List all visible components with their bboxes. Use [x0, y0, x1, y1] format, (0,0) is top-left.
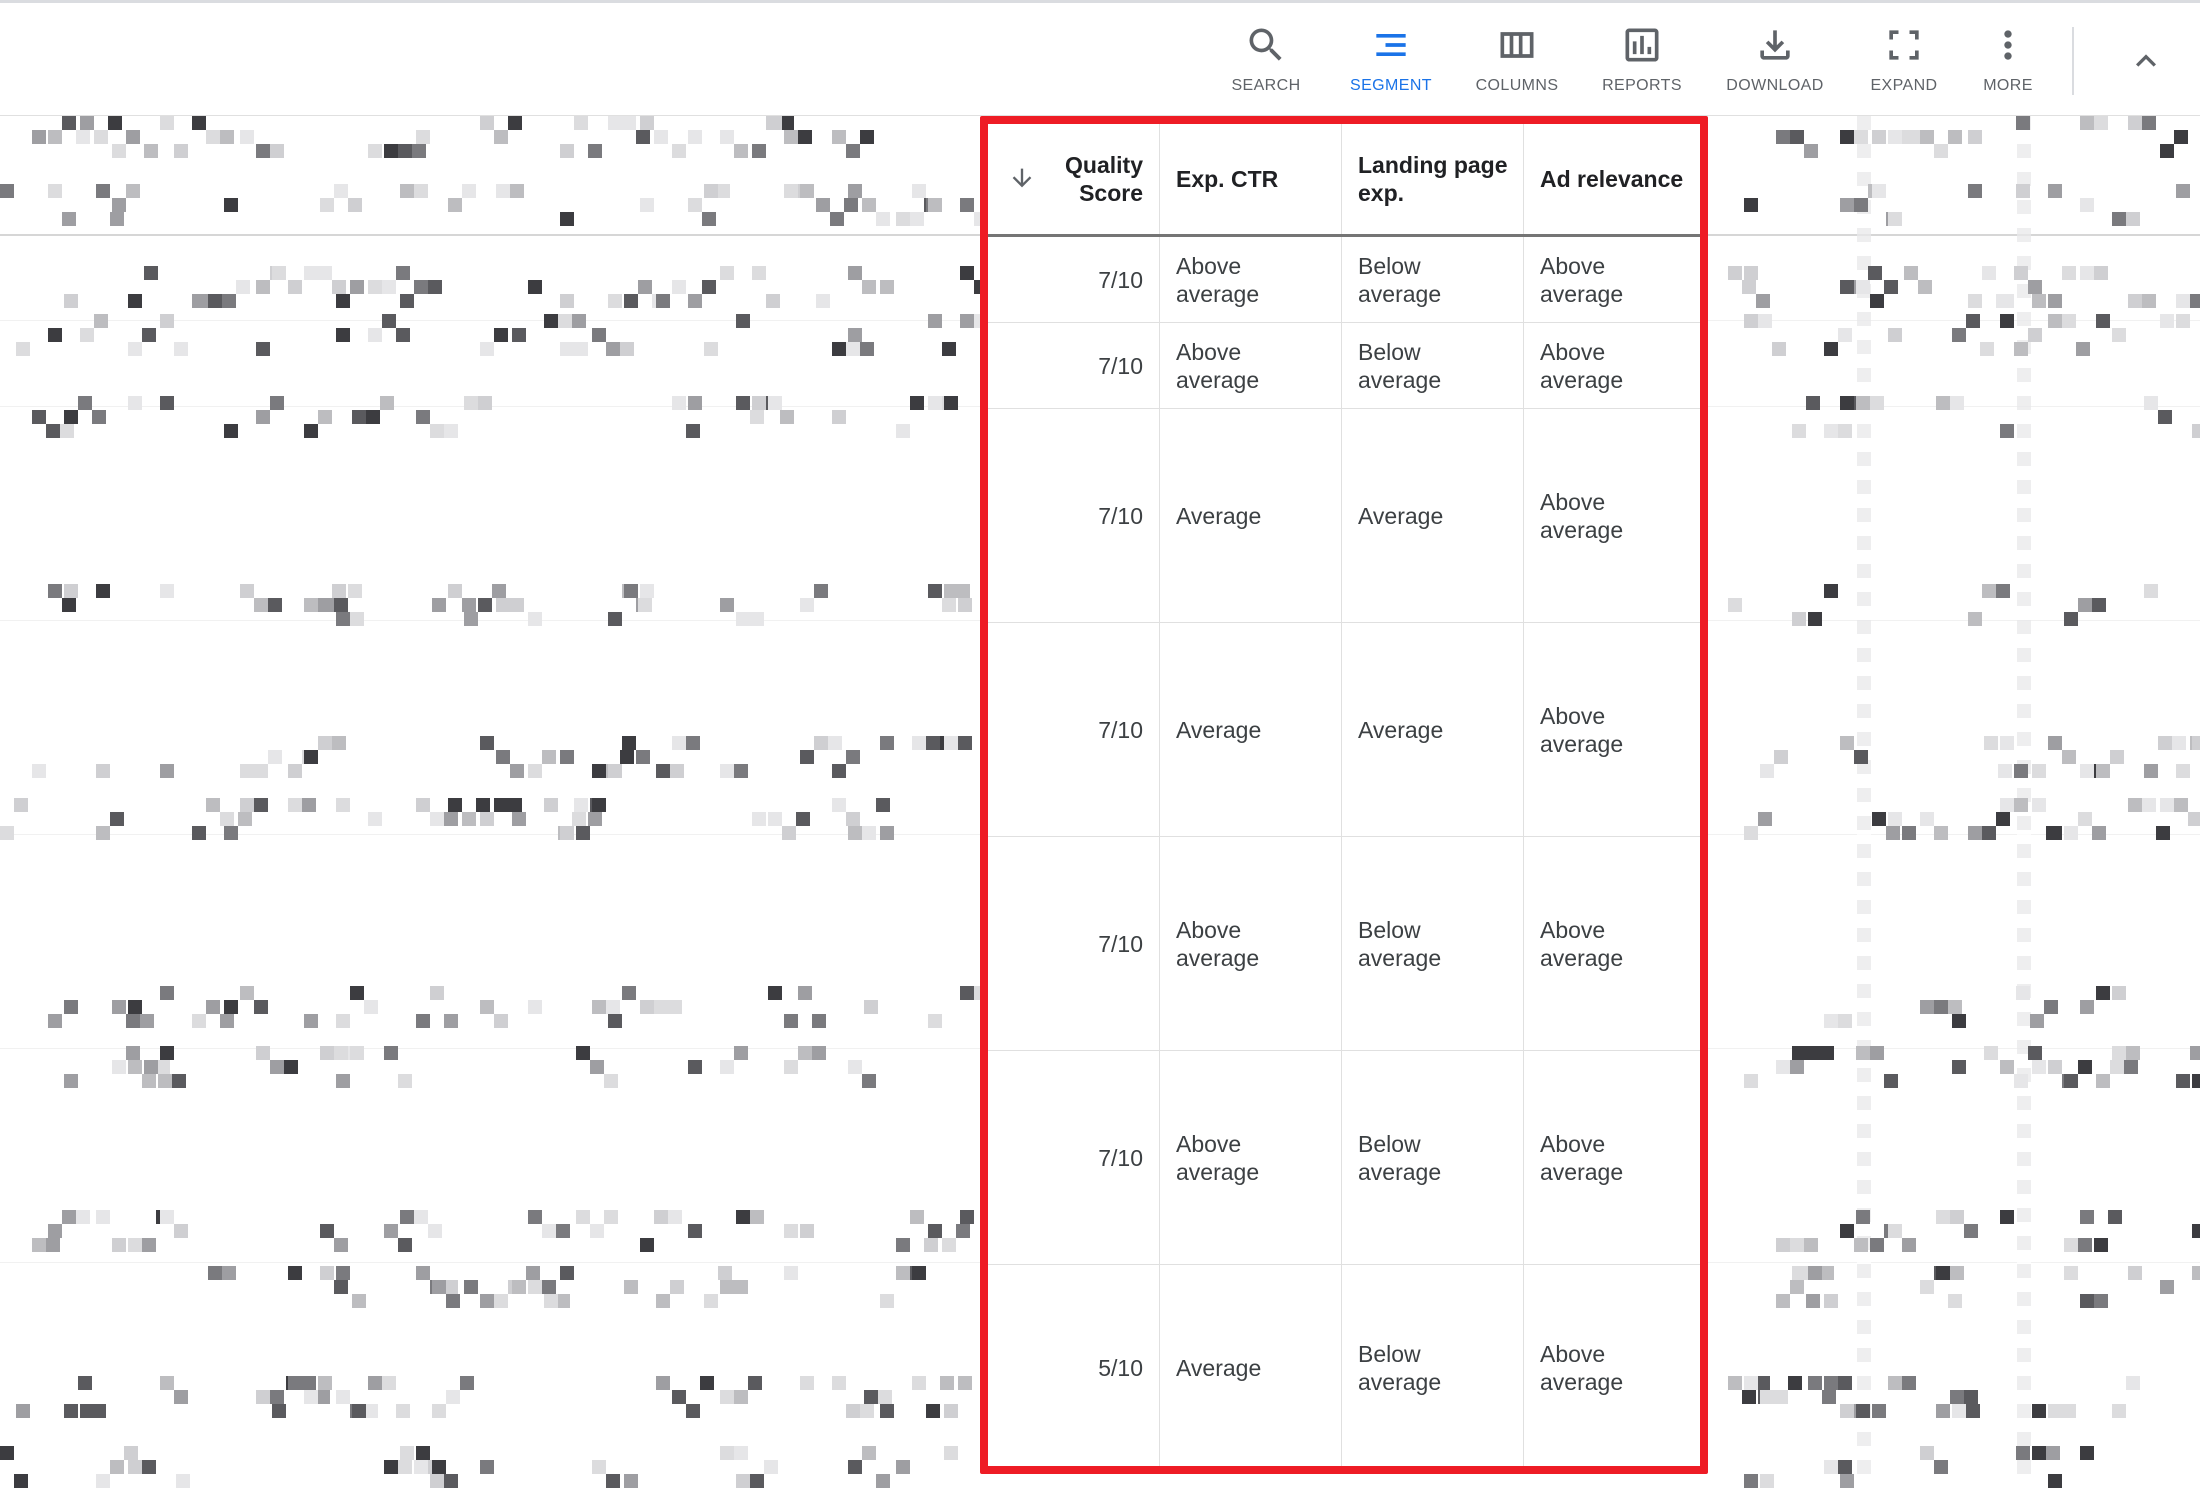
- exp-ctr-cell: Above average: [1160, 1051, 1342, 1264]
- columns-icon: [1500, 32, 1534, 58]
- landing-page-cell-text: Below average: [1358, 252, 1442, 307]
- ad-relevance-cell-text: Above average: [1540, 252, 1624, 307]
- exp-ctr-cell: Above average: [1160, 323, 1342, 408]
- quality-score-header-label: Quality Score: [1065, 152, 1143, 206]
- quality-score-cell-text: 7/10: [1098, 716, 1143, 743]
- toolbar-divider: [2072, 27, 2074, 95]
- landing-page-cell-text: Average: [1358, 716, 1444, 743]
- exp-ctr-cell-text: Average: [1176, 716, 1262, 743]
- quality-score-cell: 7/10: [988, 237, 1160, 322]
- landing-page-cell: Below average: [1342, 837, 1524, 1050]
- quality-score-cell-text: 7/10: [1098, 930, 1143, 957]
- more-vert-icon: [2004, 30, 2012, 60]
- exp-ctr-cell-text: Above average: [1176, 916, 1260, 971]
- chevron-up-icon: [2136, 54, 2156, 67]
- landing-page-cell: Below average: [1342, 1265, 1524, 1470]
- quality-score-cell: 7/10: [988, 323, 1160, 408]
- more-label: MORE: [1983, 77, 2033, 94]
- download-button[interactable]: DOWNLOAD: [1710, 23, 1840, 105]
- ad-relevance-cell-text: Above average: [1540, 916, 1624, 971]
- column-header-quality-score[interactable]: Quality Score: [988, 124, 1160, 234]
- quality-score-cell: 5/10: [988, 1265, 1160, 1470]
- reports-label: REPORTS: [1602, 77, 1682, 94]
- landing-page-cell: Below average: [1342, 237, 1524, 322]
- search-label: SEARCH: [1231, 77, 1301, 94]
- landing-page-header-label: Landing page exp.: [1358, 152, 1508, 206]
- quality-score-cell: 7/10: [988, 837, 1160, 1050]
- table-row[interactable]: 7/10 Above average Below average Above aver…: [988, 237, 1706, 323]
- ad-relevance-cell: Above average: [1524, 409, 1706, 622]
- segment-label: SEGMENT: [1350, 77, 1432, 94]
- exp-ctr-cell-text: Average: [1176, 502, 1262, 529]
- ad-relevance-cell-text: Above average: [1540, 488, 1624, 543]
- exp-ctr-cell: Average: [1160, 1265, 1342, 1470]
- table-header: Quality Score Exp. CTR Landing page exp.…: [988, 124, 1706, 237]
- segment-icon: [1376, 34, 1406, 56]
- exp-ctr-cell: Average: [1160, 623, 1342, 836]
- landing-page-cell-text: Below average: [1358, 1130, 1442, 1185]
- table-toolbar: SEARCH SEGMENT COLUMNS REPORTS DOWNLOAD …: [0, 3, 2200, 116]
- column-header-ad-relevance[interactable]: Ad relevance: [1524, 124, 1706, 234]
- exp-ctr-cell-text: Average: [1176, 1354, 1262, 1381]
- quality-score-cell: 7/10: [988, 409, 1160, 622]
- arrow-downward-icon[interactable]: [1008, 164, 1036, 192]
- landing-page-cell-text: Below average: [1358, 1340, 1442, 1395]
- more-button[interactable]: MORE: [1943, 23, 2073, 105]
- landing-page-cell: Average: [1342, 409, 1524, 622]
- exp-ctr-cell: Above average: [1160, 237, 1342, 322]
- ad-relevance-cell-text: Above average: [1540, 1340, 1624, 1395]
- ad-relevance-cell-text: Above average: [1540, 702, 1624, 757]
- ad-relevance-cell-text: Above average: [1540, 338, 1624, 393]
- table-row[interactable]: 7/10 Average Average Above average: [988, 623, 1706, 837]
- landing-page-cell-text: Below average: [1358, 916, 1442, 971]
- landing-page-cell-text: Average: [1358, 502, 1444, 529]
- ad-relevance-cell: Above average: [1524, 623, 1706, 836]
- landing-page-cell-text: Below average: [1358, 338, 1442, 393]
- exp-ctr-cell: Average: [1160, 409, 1342, 622]
- quality-score-table: Quality Score Exp. CTR Landing page exp.…: [988, 124, 1706, 1470]
- column-header-landing-page[interactable]: Landing page exp.: [1342, 124, 1524, 234]
- quality-score-cell-text: 5/10: [1098, 1354, 1143, 1381]
- columns-label: COLUMNS: [1475, 77, 1559, 94]
- quality-score-cell: 7/10: [988, 1051, 1160, 1264]
- search-icon: [1249, 28, 1282, 61]
- column-header-exp-ctr[interactable]: Exp. CTR: [1160, 124, 1342, 234]
- table-row[interactable]: 7/10 Above average Below average Above aver…: [988, 323, 1706, 409]
- download-icon: [1760, 30, 1790, 60]
- ad-relevance-cell: Above average: [1524, 1051, 1706, 1264]
- ad-relevance-header-label: Ad relevance: [1540, 166, 1684, 192]
- ad-relevance-cell: Above average: [1524, 323, 1706, 408]
- landing-page-cell: Below average: [1342, 323, 1524, 408]
- table-row[interactable]: 7/10 Above average Below average Above aver…: [988, 1051, 1706, 1265]
- exp-ctr-cell-text: Above average: [1176, 1130, 1260, 1185]
- table-row[interactable]: 5/10 Average Below average Above average: [988, 1265, 1706, 1470]
- quality-score-cell-text: 7/10: [1098, 502, 1143, 529]
- ad-relevance-cell-text: Above average: [1540, 1130, 1624, 1185]
- ad-relevance-cell: Above average: [1524, 1265, 1706, 1470]
- table-row[interactable]: 7/10 Average Average Above average: [988, 409, 1706, 623]
- columns-button[interactable]: COLUMNS: [1452, 23, 1582, 105]
- reports-button[interactable]: REPORTS: [1577, 23, 1707, 105]
- exp-ctr-cell-text: Above average: [1176, 338, 1260, 393]
- ad-relevance-cell: Above average: [1524, 837, 1706, 1050]
- collapse-button[interactable]: [2112, 33, 2180, 89]
- quality-score-cell-text: 7/10: [1098, 1144, 1143, 1171]
- segment-button[interactable]: SEGMENT: [1326, 23, 1456, 105]
- exp-ctr-header-label: Exp. CTR: [1176, 166, 1279, 192]
- ad-relevance-cell: Above average: [1524, 237, 1706, 322]
- expand-icon: [1889, 30, 1919, 60]
- table-row[interactable]: 7/10 Above average Below average Above aver…: [988, 837, 1706, 1051]
- landing-page-cell: Average: [1342, 623, 1524, 836]
- expand-label: EXPAND: [1870, 77, 1938, 94]
- exp-ctr-cell: Above average: [1160, 837, 1342, 1050]
- reports-icon: [1625, 28, 1659, 62]
- search-button[interactable]: SEARCH: [1201, 23, 1331, 105]
- download-label: DOWNLOAD: [1726, 77, 1824, 94]
- landing-page-cell: Below average: [1342, 1051, 1524, 1264]
- quality-score-cell: 7/10: [988, 623, 1160, 836]
- exp-ctr-cell-text: Above average: [1176, 252, 1260, 307]
- quality-score-cell-text: 7/10: [1098, 352, 1143, 379]
- quality-score-cell-text: 7/10: [1098, 266, 1143, 293]
